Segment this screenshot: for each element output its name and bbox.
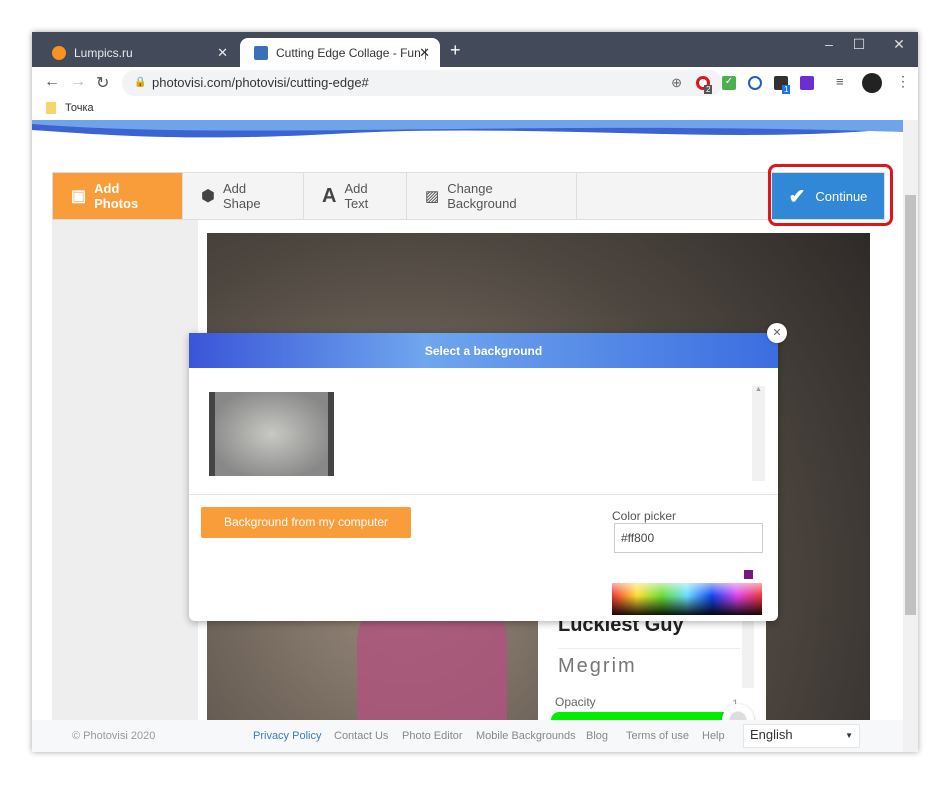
background-thumbnail[interactable] xyxy=(209,392,334,476)
forward-icon[interactable]: → xyxy=(70,73,86,91)
ad-ext-icon[interactable] xyxy=(800,76,814,90)
photos-icon: ▣ xyxy=(71,188,87,205)
label: Add Text xyxy=(344,181,369,211)
bookmark-item[interactable]: Точка xyxy=(65,102,94,114)
footer-link[interactable]: Terms of use xyxy=(626,730,689,742)
media-icon[interactable]: ≡ xyxy=(836,74,844,89)
footer-link[interactable]: Contact Us xyxy=(334,730,388,742)
add-text-button[interactable]: A Add Text xyxy=(304,173,407,219)
header-wave xyxy=(32,120,903,138)
footer-link[interactable]: Privacy Policy xyxy=(253,730,321,742)
background-modal: Select a background ▲ Background from my… xyxy=(189,333,778,621)
color-picker-label: Color picker xyxy=(612,509,677,523)
footer-link[interactable]: Mobile Backgrounds xyxy=(476,730,576,742)
footer-link[interactable]: Blog xyxy=(586,730,608,742)
back-icon[interactable]: ← xyxy=(44,73,60,91)
opacity-label: Opacity xyxy=(555,695,596,709)
close-tab-icon[interactable]: ✕ xyxy=(419,45,430,61)
lock-icon: 🔒 xyxy=(134,77,147,88)
color-spectrum[interactable] xyxy=(612,583,762,615)
editor-toolbar: ▣ Add Photos ⬢ Add Shape A Add Text ▨ Change… xyxy=(52,172,885,220)
ext-badge: 1 xyxy=(782,85,791,94)
favicon-icon xyxy=(52,45,66,60)
tab-bar: Lumpics.ru ✕ Cutting Edge Collage - Fun |… xyxy=(32,32,918,67)
url-bar[interactable]: 🔒photovisi.com/photovisi/cutting-edge#⊕☆ xyxy=(122,70,722,96)
selected-color-swatch xyxy=(744,570,753,579)
folder-icon xyxy=(46,102,56,114)
close-tab-icon[interactable]: ✕ xyxy=(217,45,228,61)
ext-badge: 2 xyxy=(704,85,713,94)
text-icon: A xyxy=(322,184,337,207)
new-tab-icon[interactable]: + xyxy=(450,40,461,61)
close-modal-icon[interactable]: ✕ xyxy=(767,323,787,343)
bookmarks-bar: Точка xyxy=(32,99,918,120)
color-input[interactable]: #ff800 xyxy=(614,523,763,553)
page: ▣ Add Photos ⬢ Add Shape A Add Text ▨ Change… xyxy=(32,120,903,752)
page-scrollbar[interactable] xyxy=(903,120,918,752)
footer-link[interactable]: Help xyxy=(702,730,725,742)
thumbnails-scrollbar[interactable]: ▲ xyxy=(752,386,765,481)
label: Change Background xyxy=(447,181,517,211)
check-ext-icon[interactable]: ✓ xyxy=(722,76,736,90)
cube-icon: ⬢ xyxy=(201,188,215,205)
divider xyxy=(189,494,778,495)
footer: © Photovisi 2020 Privacy Policy Contact … xyxy=(32,720,903,752)
highlight-box xyxy=(768,164,893,226)
tab-title: Lumpics.ru xyxy=(74,45,133,60)
tab-photovisi[interactable]: Cutting Edge Collage - Fun | Phot✕ xyxy=(240,38,440,67)
label: Add Photos xyxy=(94,181,139,211)
image-icon: ▨ xyxy=(425,188,440,205)
zoom-icon[interactable]: ⊕ xyxy=(671,70,682,96)
footer-link[interactable]: Photo Editor xyxy=(402,730,463,742)
globe-ext-icon[interactable] xyxy=(748,76,762,90)
menu-icon[interactable]: ⋮ xyxy=(896,73,910,90)
copyright: © Photovisi 2020 xyxy=(72,730,156,742)
address-row: ← → ↻ 🔒 photovisi.com/photovisi/cutting-e… xyxy=(32,67,918,99)
modal-title: Select a background xyxy=(189,333,778,368)
tab-title: Cutting Edge Collage - Fun | Phot xyxy=(276,45,426,60)
reload-icon[interactable]: ↻ xyxy=(96,73,109,93)
language-value: English xyxy=(750,727,793,742)
change-background-button[interactable]: ▨ Change Background xyxy=(407,173,577,219)
tab-lumpics[interactable]: Lumpics.ru ✕ xyxy=(38,38,238,67)
url-text: photovisi.com/photovisi/cutting-edge# xyxy=(152,75,369,90)
maximize-icon[interactable]: ☐ xyxy=(844,36,874,53)
minimize-icon[interactable]: – xyxy=(814,36,844,52)
add-photos-button[interactable]: ▣ Add Photos xyxy=(53,173,183,219)
dropdown-icon: ▼ xyxy=(845,731,853,740)
favicon-icon xyxy=(254,45,268,60)
avatar[interactable] xyxy=(862,73,882,93)
add-shape-button[interactable]: ⬢ Add Shape xyxy=(183,173,304,219)
font-option[interactable]: Megrim xyxy=(558,648,740,678)
scrollbar-thumb[interactable] xyxy=(905,195,916,615)
left-panel xyxy=(52,220,198,720)
close-window-icon[interactable]: ✕ xyxy=(884,36,914,53)
language-select[interactable]: English ▼ xyxy=(743,724,860,748)
upload-background-button[interactable]: Background from my computer xyxy=(201,507,411,538)
label: Add Shape xyxy=(222,181,261,211)
browser-window: Lumpics.ru ✕ Cutting Edge Collage - Fun |… xyxy=(32,32,918,752)
